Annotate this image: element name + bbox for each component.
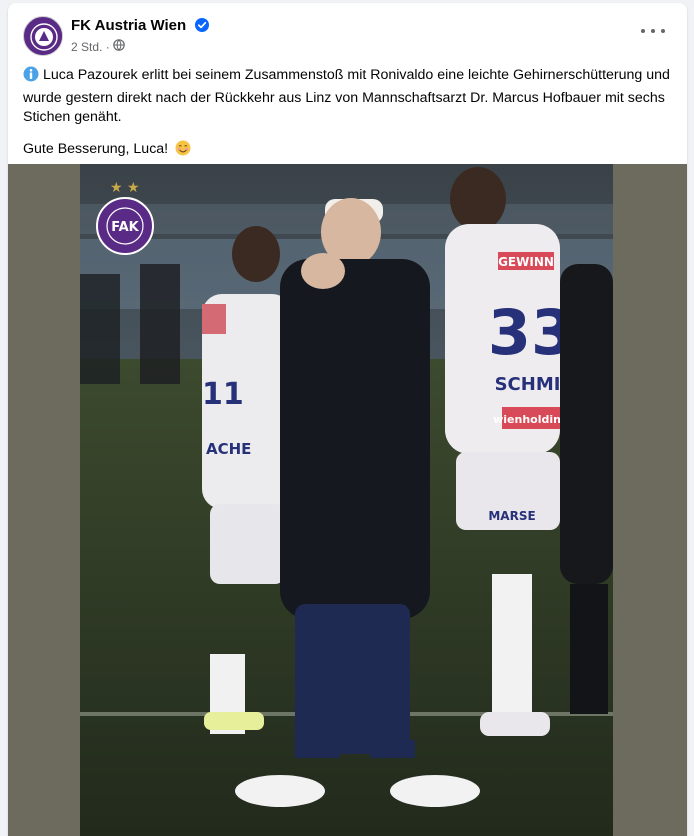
left-player-number: 11 <box>202 377 244 412</box>
page-name-text[interactable]: FK Austria Wien <box>71 17 186 34</box>
more-options-icon[interactable] <box>641 23 665 39</box>
sponsor-back: GEWINN <box>498 255 554 269</box>
photo-illustration: ★ ★ FAK 11 ACHE GEWINN 33 SCHMID wienhol… <box>80 164 613 836</box>
post-media[interactable]: ★ ★ FAK 11 ACHE GEWINN 33 SCHMID wienhol… <box>8 164 687 836</box>
post-card: FK Austria Wien 2 Std. · Luca Pazourek e… <box>8 3 687 836</box>
page-name[interactable]: FK Austria Wien <box>71 17 210 36</box>
post-photo[interactable]: ★ ★ FAK 11 ACHE GEWINN 33 SCHMID wienhol… <box>80 164 613 836</box>
meta-separator: · <box>105 39 110 54</box>
smiling-face-emoji <box>175 140 191 163</box>
crest-logo-icon <box>25 18 62 55</box>
left-player-name: ACHE <box>206 440 251 458</box>
sponsor-chest: wienholding <box>493 413 569 426</box>
post-paragraph-main: Luca Pazourek erlitt bei seinem Zusammen… <box>23 66 675 128</box>
post-header: FK Austria Wien 2 Std. · <box>8 3 687 63</box>
info-icon <box>23 66 39 89</box>
post-text-main: Luca Pazourek erlitt bei seinem Zusammen… <box>23 67 670 125</box>
svg-text:★ ★: ★ ★ <box>110 180 140 196</box>
page-avatar[interactable] <box>23 16 63 56</box>
post-text: Luca Pazourek erlitt bei seinem Zusammen… <box>23 66 675 162</box>
post-timestamp[interactable]: 2 Std. <box>71 40 102 54</box>
globe-icon <box>113 39 125 54</box>
post-meta: 2 Std. · <box>71 39 125 54</box>
verified-icon <box>195 18 210 36</box>
crest-letters: FAK <box>111 220 139 235</box>
post-text-second: Gute Besserung, Luca! <box>23 140 169 157</box>
post-paragraph-second: Gute Besserung, Luca! <box>23 140 675 163</box>
sponsor-shorts: MARSE <box>488 509 535 523</box>
